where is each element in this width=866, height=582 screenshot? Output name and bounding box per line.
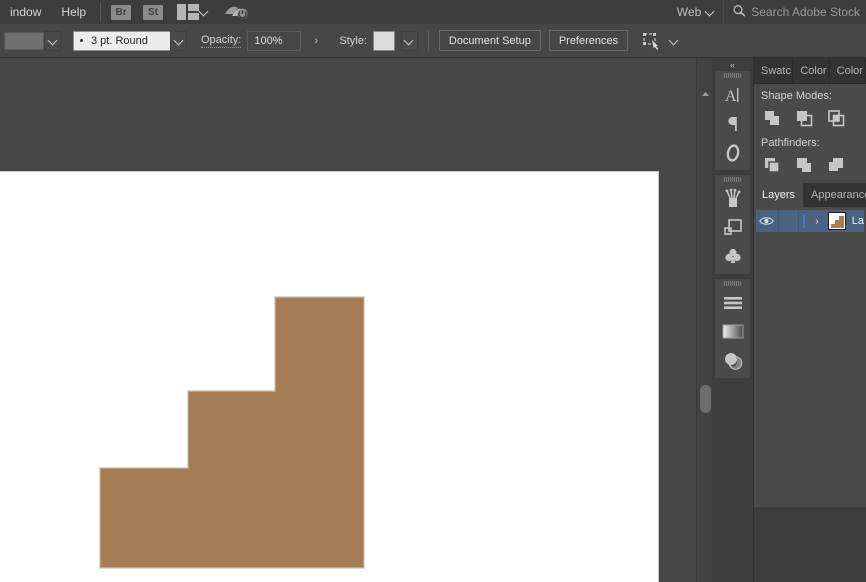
intersect-button[interactable] xyxy=(825,108,847,128)
chevron-down-icon[interactable] xyxy=(170,31,187,51)
brush-definition-control[interactable]: 3 pt. Round xyxy=(73,31,187,51)
tab-layers[interactable]: Layers xyxy=(754,183,803,207)
chevron-down-icon[interactable] xyxy=(401,31,418,51)
artboard[interactable] xyxy=(0,171,659,582)
control-divider xyxy=(428,30,429,52)
illustrator-window: indow Help Br St Web xyxy=(0,0,866,582)
paragraph-panel-icon[interactable] xyxy=(715,109,750,138)
layers-panel[interactable]: › La xyxy=(754,207,866,507)
chevron-right-icon[interactable]: › xyxy=(809,210,825,232)
transform-selection-icon[interactable] xyxy=(642,32,664,50)
pathfinders-label: Pathfinders: xyxy=(761,137,859,149)
opacity-label[interactable]: Opacity: xyxy=(201,34,241,48)
stock-icon[interactable]: St xyxy=(143,5,163,20)
graphic-style-swatch[interactable] xyxy=(373,31,395,51)
chevron-down-icon[interactable] xyxy=(705,7,715,17)
transform-panel-icon[interactable] xyxy=(715,213,750,242)
brushes-panel-icon[interactable] xyxy=(715,184,750,213)
chevron-down-icon[interactable] xyxy=(199,7,209,17)
transparency-panel-icon[interactable] xyxy=(715,346,750,375)
brush-dot-icon xyxy=(80,39,83,42)
right-panel-column: Swatc Color Color Shape Modes: xyxy=(754,58,866,582)
brush-definition-value[interactable]: 3 pt. Round xyxy=(73,31,170,51)
layer-name-label[interactable]: La xyxy=(849,215,864,227)
trim-button[interactable] xyxy=(793,155,815,175)
scroll-up-arrow-icon[interactable] xyxy=(697,88,713,100)
stroke-color-swatch[interactable] xyxy=(4,32,44,50)
chevron-down-icon[interactable] xyxy=(44,31,61,51)
menu-divider xyxy=(100,3,101,21)
collapse-panels-icon[interactable]: « xyxy=(712,58,753,71)
opentype-panel-icon[interactable] xyxy=(715,138,750,167)
canvas-vertical-scrollbar[interactable] xyxy=(696,58,712,582)
gradient-panel-icon[interactable] xyxy=(715,317,750,346)
shape-modes-buttons xyxy=(761,108,859,128)
bridge-icon[interactable]: Br xyxy=(111,5,131,20)
align-panel-group xyxy=(715,279,750,378)
menu-window[interactable]: indow xyxy=(0,0,51,24)
panel-group-grip[interactable] xyxy=(715,175,750,184)
panel-tab-row: Swatc Color Color xyxy=(754,58,866,84)
table-row[interactable]: › La xyxy=(756,210,864,232)
align-panel-icon[interactable] xyxy=(715,288,750,317)
canvas-workspace[interactable] xyxy=(0,58,696,582)
svg-text:A: A xyxy=(725,88,737,105)
chevron-down-icon[interactable] xyxy=(669,36,679,46)
brushes-panel-group xyxy=(715,175,750,274)
shape-modes-label: Shape Modes: xyxy=(761,90,859,102)
staircase-shape[interactable] xyxy=(0,172,659,582)
tab-appearance[interactable]: Appearance xyxy=(803,183,866,207)
merge-button[interactable] xyxy=(825,155,847,175)
tab-color-guide[interactable]: Color xyxy=(830,58,866,84)
opacity-expand-arrow-icon[interactable]: › xyxy=(307,31,325,51)
menubar-right-group: Web Search Adobe Stock xyxy=(677,0,866,24)
vertical-scrollbar-thumb[interactable] xyxy=(700,385,711,413)
layers-tab-row: Layers Appearance xyxy=(754,183,866,207)
unite-button[interactable] xyxy=(761,108,783,128)
symbols-panel-icon[interactable] xyxy=(715,242,750,271)
stroke-swatch-control[interactable] xyxy=(4,31,61,51)
tab-swatches[interactable]: Swatc xyxy=(754,58,793,84)
preferences-button[interactable]: Preferences xyxy=(549,30,628,51)
pathfinder-buttons xyxy=(761,155,859,175)
search-icon xyxy=(732,4,746,21)
pathfinder-panel: Shape Modes: xyxy=(754,84,866,183)
menu-help[interactable]: Help xyxy=(51,0,96,24)
divide-button[interactable] xyxy=(761,155,783,175)
style-label: Style: xyxy=(339,35,367,47)
eye-icon[interactable] xyxy=(756,210,778,232)
menubar-divider xyxy=(723,0,724,24)
graphic-style-control: Style: xyxy=(339,31,418,51)
panel-group-grip[interactable] xyxy=(715,71,750,80)
opacity-input[interactable]: 100% xyxy=(247,31,301,51)
collapsed-panel-dock: « A xyxy=(712,58,754,582)
layer-selection-indicator xyxy=(799,210,809,232)
opacity-control: Opacity: 100% › xyxy=(201,31,325,51)
control-bar: 3 pt. Round Opacity: 100% › Style: Docum… xyxy=(0,24,866,58)
minus-front-button[interactable] xyxy=(793,108,815,128)
panel-group-grip[interactable] xyxy=(715,279,750,288)
document-setup-button[interactable]: Document Setup xyxy=(439,30,541,51)
layer-thumbnail[interactable] xyxy=(828,212,846,230)
tab-color[interactable]: Color xyxy=(793,58,829,84)
brush-definition-label: 3 pt. Round xyxy=(91,35,148,47)
workspace-switcher-label[interactable]: Web xyxy=(677,5,705,19)
type-panel-group: A xyxy=(715,71,750,170)
search-adobe-stock-field[interactable]: Search Adobe Stock xyxy=(732,0,866,24)
menu-bar: indow Help Br St Web xyxy=(0,0,866,24)
search-input[interactable]: Search Adobe Stock xyxy=(751,5,860,19)
lock-toggle-cell[interactable] xyxy=(778,210,800,232)
creative-cloud-icon[interactable] xyxy=(223,3,249,21)
character-panel-icon[interactable]: A xyxy=(715,80,750,109)
arrange-documents-icon[interactable] xyxy=(177,4,199,20)
